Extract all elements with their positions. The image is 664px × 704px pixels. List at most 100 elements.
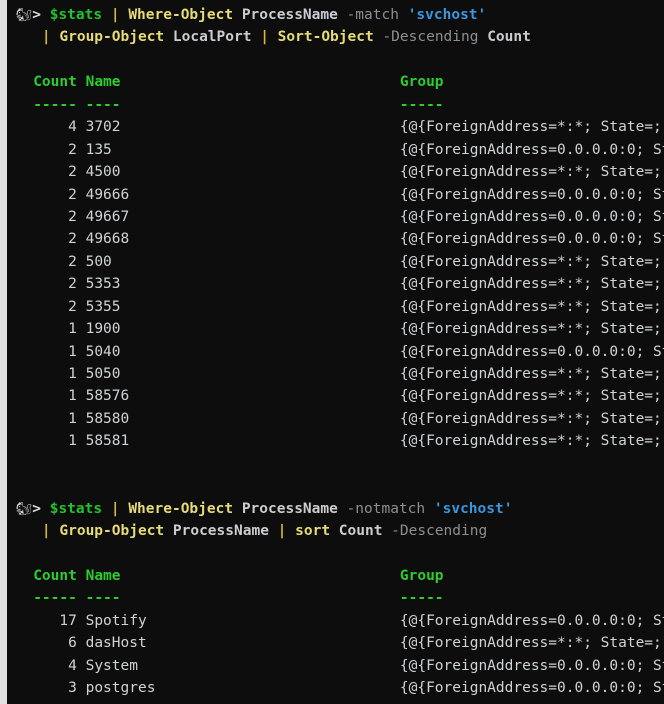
command-token [233, 501, 242, 517]
command-line[interactable]: 🐿> $stats | Where-Object ProcessName -ma… [7, 4, 664, 26]
command-token: 'svchost' [433, 500, 513, 517]
command-token: -Descending [382, 29, 479, 46]
cell-count: 1 [33, 388, 86, 405]
table-header-rule: ----- ---- ----- [7, 94, 664, 116]
command-token: | [41, 523, 60, 540]
table-row: 2 49666 {@{ForeignAddress=0.0.0.0:0; Sta… [7, 184, 664, 206]
command-line[interactable]: | Group-Object LocalPort | Sort-Object -… [7, 26, 664, 48]
command-token: -match [346, 7, 399, 23]
command-line[interactable]: | Group-Object ProcessName | sort Count … [7, 520, 664, 542]
cell-name: System [85, 657, 400, 674]
cell-name: 49667 [85, 208, 400, 225]
cell-name: 500 [85, 253, 400, 270]
command-token [478, 29, 487, 45]
cell-count: 2 [33, 276, 86, 293]
command-token [338, 7, 347, 23]
cell-group: {@{ForeignAddress=0.0.0.0:0; State=LISTE… [399, 343, 664, 360]
table-row: 4 3702 {@{ForeignAddress=*:*; State=; Lo… [7, 116, 664, 138]
command-line[interactable]: 🐿> $stats | Where-Object ProcessName -no… [7, 498, 664, 520]
scrollbar-thumb[interactable] [0, 0, 7, 704]
table-row: 2 4500 {@{ForeignAddress=*:*; State=; Lo… [7, 161, 664, 183]
cell-count: 2 [33, 164, 86, 181]
cell-count: 1 [33, 366, 86, 382]
cell-count: 2 [33, 208, 86, 225]
command-token: | [102, 7, 129, 23]
cell-group: {@{ForeignAddress=0.0.0.0:0; State=LISTE… [399, 231, 664, 248]
cell-count: 17 [33, 612, 86, 629]
column-header-group: Group [399, 567, 444, 584]
cell-name: 5355 [85, 298, 400, 315]
cell-count: 4 [33, 119, 86, 136]
prompt-symbol: > [32, 500, 50, 517]
cell-group: {@{ForeignAddress=0.0.0.0:0; State=LISTE… [399, 680, 664, 697]
table-row: 2 49668 {@{ForeignAddress=0.0.0.0:0; Sta… [7, 228, 664, 250]
command-token: 'svchost' [407, 7, 487, 23]
cell-name: 1900 [85, 321, 400, 338]
command-token: Where-Object [128, 7, 234, 23]
cell-count: 2 [33, 141, 86, 158]
cell-name: 58581 [85, 433, 400, 450]
cell-group: {@{ForeignAddress=0.0.0.0:0; State=LISTE… [399, 208, 664, 225]
cell-group: {@{ForeignAddress=*:*; State=; LocalAddr… [399, 366, 662, 382]
cell-group: {@{ForeignAddress=*:*; State=; LocalAddr… [399, 253, 662, 270]
cell-count: 2 [33, 253, 86, 270]
terminal-scrollbar[interactable] [0, 0, 7, 704]
rule-name: ---- [85, 96, 400, 113]
rule-count: ----- [33, 590, 86, 607]
cell-count: 4 [33, 657, 86, 674]
table-header-row: Count Name Group [7, 565, 664, 587]
chipmunk-icon: 🐿 [15, 8, 33, 23]
cell-name: 5040 [85, 343, 400, 360]
cell-group: {@{ForeignAddress=*:*; State=; LocalAddr… [399, 276, 662, 293]
table-row: 17 Spotify {@{ForeignAddress=0.0.0.0:0; … [7, 610, 664, 632]
command-token: | [41, 29, 60, 46]
cell-group: {@{ForeignAddress=0.0.0.0:0; State=LISTE… [399, 612, 664, 629]
table-row: 2 5355 {@{ForeignAddress=*:*; State=; Lo… [7, 296, 664, 318]
powershell-terminal-output[interactable]: 🐿> $stats | Where-Object ProcessName -ma… [7, 0, 664, 704]
command-token: ProcessName [172, 523, 269, 540]
command-token [399, 7, 408, 23]
cell-group: {@{ForeignAddress=0.0.0.0:0; State=LISTE… [399, 141, 664, 158]
cell-name: postgres [85, 680, 400, 697]
column-header-name: Name [85, 567, 400, 584]
table-row: 1 58576 {@{ForeignAddress=*:*; State=; L… [7, 385, 664, 407]
command-token [425, 501, 434, 517]
command-token [382, 523, 391, 539]
cell-name: 5353 [85, 276, 400, 293]
table-row: 2 135 {@{ForeignAddress=0.0.0.0:0; State… [7, 139, 664, 161]
command-token: -notmatch [346, 500, 426, 517]
rule-group: ----- [399, 96, 444, 113]
cell-name: 49668 [85, 231, 400, 248]
table-row: 1 1900 {@{ForeignAddress=*:*; State=; Lo… [7, 318, 664, 340]
command-token: | [251, 29, 278, 46]
cell-count: 1 [33, 343, 86, 360]
cell-group: {@{ForeignAddress=*:*; State=; LocalAddr… [399, 164, 662, 181]
table-row: 6 dasHost {@{ForeignAddress=*:*; State=;… [7, 632, 664, 654]
cell-name: 58580 [85, 410, 400, 427]
cell-name: Spotify [85, 612, 400, 629]
command-token: | [102, 500, 129, 517]
table-row: 4 System {@{ForeignAddress=0.0.0.0:0; St… [7, 655, 664, 677]
cell-name: 135 [85, 141, 400, 158]
cell-name: 5050 [85, 366, 400, 382]
chipmunk-icon: 🐿 [15, 501, 33, 517]
command-token: $stats [49, 7, 103, 23]
cell-group: {@{ForeignAddress=*:*; State=; LocalAddr… [399, 119, 662, 136]
command-token [164, 523, 173, 539]
cell-count: 1 [33, 410, 86, 427]
cell-count: 1 [33, 321, 86, 338]
command-token: ProcessName [241, 500, 338, 517]
table-row: 3 postgres {@{ForeignAddress=0.0.0.0:0; … [7, 677, 664, 699]
prompt-symbol: > [32, 7, 50, 23]
column-header-name: Name [85, 74, 400, 91]
rule-group: ----- [399, 590, 444, 607]
command-token: -Descending [391, 523, 488, 540]
command-token: Group-Object [59, 29, 165, 46]
cell-count: 2 [33, 298, 86, 315]
command-token: | [268, 523, 296, 540]
column-header-group: Group [399, 74, 444, 91]
command-token: sort [295, 523, 331, 540]
